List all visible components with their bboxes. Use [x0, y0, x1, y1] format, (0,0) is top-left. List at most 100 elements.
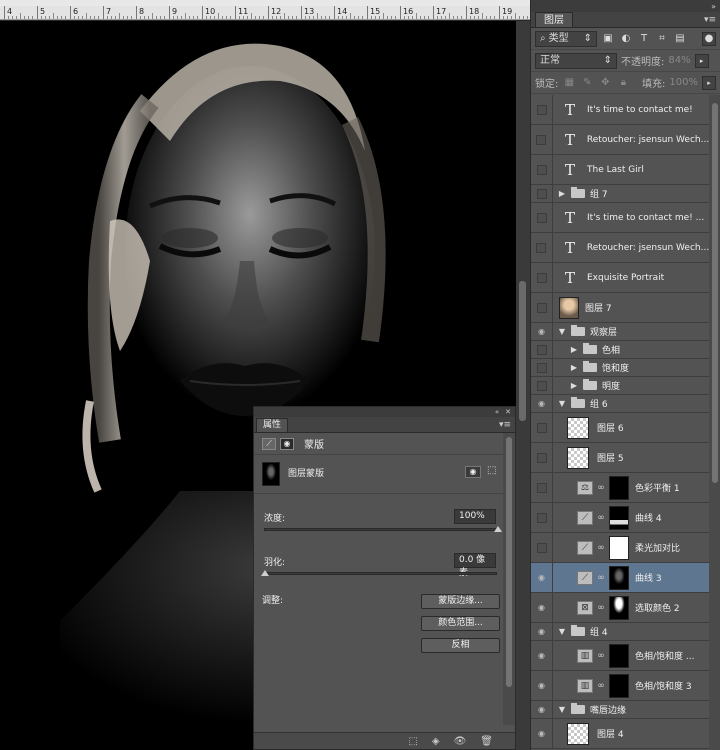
layer-mask-thumbnail[interactable]	[609, 643, 629, 668]
visibility-toggle-icon[interactable]	[531, 623, 553, 640]
layer-mask-thumbnail[interactable]	[609, 595, 629, 620]
visibility-toggle-icon[interactable]	[531, 185, 553, 202]
expand-down-icon[interactable]: ▼	[557, 627, 567, 636]
canvas-vertical-scrollbar[interactable]	[516, 21, 530, 750]
color-range-button[interactable]: 颜色范围...	[421, 616, 500, 631]
visibility-toggle-icon[interactable]	[531, 323, 553, 340]
link-chain-icon[interactable]: ∞	[596, 543, 606, 553]
properties-titlebar[interactable]: « ✕	[254, 407, 515, 417]
link-chain-icon[interactable]: ∞	[596, 651, 606, 661]
adjustment-curves-icon[interactable]: ⟋	[262, 437, 276, 450]
visibility-toggle-icon[interactable]	[531, 359, 553, 376]
mask-edge-button[interactable]: 蒙版边缘...	[421, 594, 500, 609]
layer-row[interactable]: ▥∞ 色相/饱和度 ...	[531, 641, 709, 671]
expand-down-icon[interactable]: ▼	[557, 327, 567, 336]
expand-down-icon[interactable]: ▼	[557, 705, 567, 714]
opacity-value[interactable]: 84%	[668, 55, 690, 66]
visibility-toggle-icon[interactable]	[531, 671, 553, 700]
mask-mode-icon[interactable]: ◉	[280, 437, 294, 450]
link-chain-icon[interactable]: ∞	[596, 603, 606, 613]
visibility-toggle-icon[interactable]	[531, 701, 553, 718]
visibility-toggle-icon[interactable]	[531, 641, 553, 670]
layer-mask-thumbnail[interactable]	[609, 475, 629, 500]
layer-row[interactable]: ▼ 观察层	[531, 323, 709, 341]
delete-mask-icon[interactable]: 🗑︎	[480, 736, 493, 747]
feather-slider[interactable]	[261, 570, 497, 576]
layer-row[interactable]: ▶ 色相	[531, 341, 709, 359]
layer-mask-thumbnail[interactable]	[609, 673, 629, 698]
layer-row[interactable]: ⟋∞ 曲线 3	[531, 563, 709, 593]
density-slider[interactable]	[264, 526, 502, 532]
visibility-toggle-icon[interactable]	[531, 377, 553, 394]
tab-properties[interactable]: 属性	[256, 418, 289, 432]
layer-row[interactable]: ▼ 组 4	[531, 623, 709, 641]
layer-row[interactable]: ▼ 嘴唇边缘	[531, 701, 709, 719]
apply-mask-icon[interactable]: ◈	[432, 736, 440, 747]
panel-collapse-bar[interactable]: »	[531, 0, 720, 12]
vector-mask-icon[interactable]: ⬚	[487, 465, 496, 476]
opacity-dropdown-icon[interactable]: ▸	[694, 53, 709, 68]
layer-row[interactable]: ▼ 组 6	[531, 395, 709, 413]
lock-transparency-icon[interactable]: ▦	[562, 76, 576, 90]
tab-layers[interactable]: 图层	[535, 12, 573, 27]
collapse-icon[interactable]: «	[495, 408, 499, 416]
link-chain-icon[interactable]: ∞	[596, 513, 606, 523]
lock-all-icon[interactable]: 🔒︎	[616, 76, 630, 90]
link-chain-icon[interactable]: ∞	[596, 573, 606, 583]
fill-value[interactable]: 100%	[669, 77, 698, 88]
layer-row[interactable]: ⚖ ∞ 色彩平衡 1	[531, 473, 709, 503]
layer-row[interactable]: 图层 4	[531, 719, 709, 749]
layer-row[interactable]: 图层 5	[531, 443, 709, 473]
lock-move-icon[interactable]: ✥	[598, 76, 612, 90]
expand-right-icon[interactable]: ▶	[569, 363, 579, 372]
filter-toggle-icon[interactable]: ●	[702, 31, 716, 46]
filter-shape-icon[interactable]: ⌗	[655, 32, 669, 46]
layer-mask-thumbnail[interactable]	[609, 535, 629, 560]
layer-row[interactable]: ⟋ ∞ 柔光加对比	[531, 533, 709, 563]
expand-right-icon[interactable]: ▶	[557, 189, 567, 198]
lock-paint-icon[interactable]: ✎	[580, 76, 594, 90]
link-chain-icon[interactable]: ∞	[596, 483, 606, 493]
layer-row[interactable]: T It's time to contact me! ...	[531, 203, 709, 233]
pixel-mask-icon[interactable]: ◉	[465, 466, 481, 478]
visibility-toggle-icon[interactable]	[531, 533, 553, 562]
invert-button[interactable]: 反相	[421, 638, 500, 653]
layer-row[interactable]: T Retoucher: jsensun Wech...	[531, 233, 709, 263]
load-selection-icon[interactable]: ⬚	[408, 736, 417, 747]
filter-adjust-icon[interactable]: ◐	[619, 32, 633, 46]
layer-row[interactable]: ▥∞ 色相/饱和度 3	[531, 671, 709, 701]
visibility-toggle-icon[interactable]	[531, 719, 553, 748]
layer-row[interactable]: T It's time to contact me!	[531, 95, 709, 125]
visibility-toggle-icon[interactable]	[531, 125, 553, 154]
panel-menu-icon[interactable]: ▾≡	[704, 13, 716, 27]
layer-mask-thumbnail[interactable]	[609, 505, 629, 530]
panel-menu-icon[interactable]: ▾≡	[499, 418, 511, 432]
density-input[interactable]: 100%	[454, 509, 496, 524]
expand-right-icon[interactable]: ▶	[569, 381, 579, 390]
visibility-toggle-icon[interactable]	[531, 443, 553, 472]
feather-slider-knob[interactable]	[261, 570, 269, 576]
layer-row[interactable]: ⟋ ∞ 曲线 4	[531, 503, 709, 533]
filter-type-icon[interactable]: T	[637, 32, 651, 46]
visibility-toggle-icon[interactable]	[531, 563, 553, 592]
feather-input[interactable]: 0.0 像素	[454, 553, 496, 578]
expand-down-icon[interactable]: ▼	[557, 399, 567, 408]
filter-pixel-icon[interactable]: ▣	[601, 32, 615, 46]
expand-right-icon[interactable]: ▶	[569, 345, 579, 354]
layer-row[interactable]: T Retoucher: jsensun Wech...	[531, 125, 709, 155]
visibility-toggle-icon[interactable]	[531, 155, 553, 184]
fill-dropdown-icon[interactable]: ▸	[702, 75, 716, 90]
visibility-toggle-icon[interactable]	[531, 203, 553, 232]
blend-mode-select[interactable]: 正常 ⇕	[535, 52, 617, 69]
layer-row[interactable]: T Exquisite Portrait	[531, 263, 709, 293]
layer-row[interactable]: T The Last Girl	[531, 155, 709, 185]
visibility-toggle-icon[interactable]	[531, 293, 553, 322]
properties-scrollbar[interactable]	[503, 433, 515, 725]
visibility-toggle-icon[interactable]	[531, 233, 553, 262]
layer-row[interactable]: ▶ 明度	[531, 377, 709, 395]
visibility-toggle-icon[interactable]	[531, 473, 553, 502]
collapse-icon[interactable]: »	[711, 2, 716, 11]
layer-mask-thumbnail[interactable]	[609, 565, 629, 590]
visibility-toggle-icon[interactable]	[531, 413, 553, 442]
layer-row[interactable]: ▶ 饱和度	[531, 359, 709, 377]
